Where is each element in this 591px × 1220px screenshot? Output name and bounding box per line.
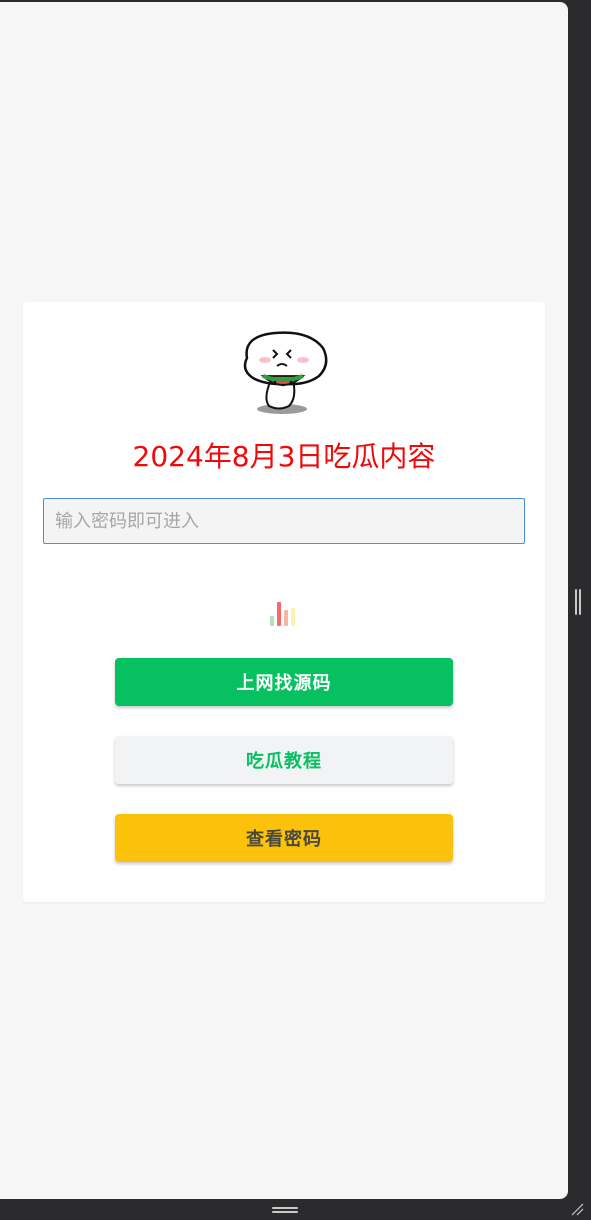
mascot-eating-watermelon-icon <box>243 331 328 414</box>
loader-bar <box>284 610 288 626</box>
loader-bar <box>291 608 295 626</box>
page-title: 2024年8月3日吃瓜内容 <box>132 440 436 473</box>
side-drag-handle[interactable] <box>574 589 582 615</box>
loader-bar <box>270 616 274 626</box>
view-password-button[interactable]: 查看密码 <box>115 814 453 862</box>
find-source-code-button[interactable]: 上网找源码 <box>115 658 453 706</box>
page-viewport: 2024年8月3日吃瓜内容 上网找源码 吃瓜教程 查看密码 <box>0 2 568 1199</box>
loading-bars-icon <box>268 596 302 626</box>
entry-card: 2024年8月3日吃瓜内容 上网找源码 吃瓜教程 查看密码 <box>23 302 545 902</box>
tutorial-button[interactable]: 吃瓜教程 <box>115 736 453 784</box>
password-input[interactable] <box>43 498 525 544</box>
loader-bar <box>277 602 281 626</box>
bottom-drag-handle[interactable] <box>272 1206 298 1214</box>
resize-grip-icon[interactable] <box>570 1202 584 1216</box>
